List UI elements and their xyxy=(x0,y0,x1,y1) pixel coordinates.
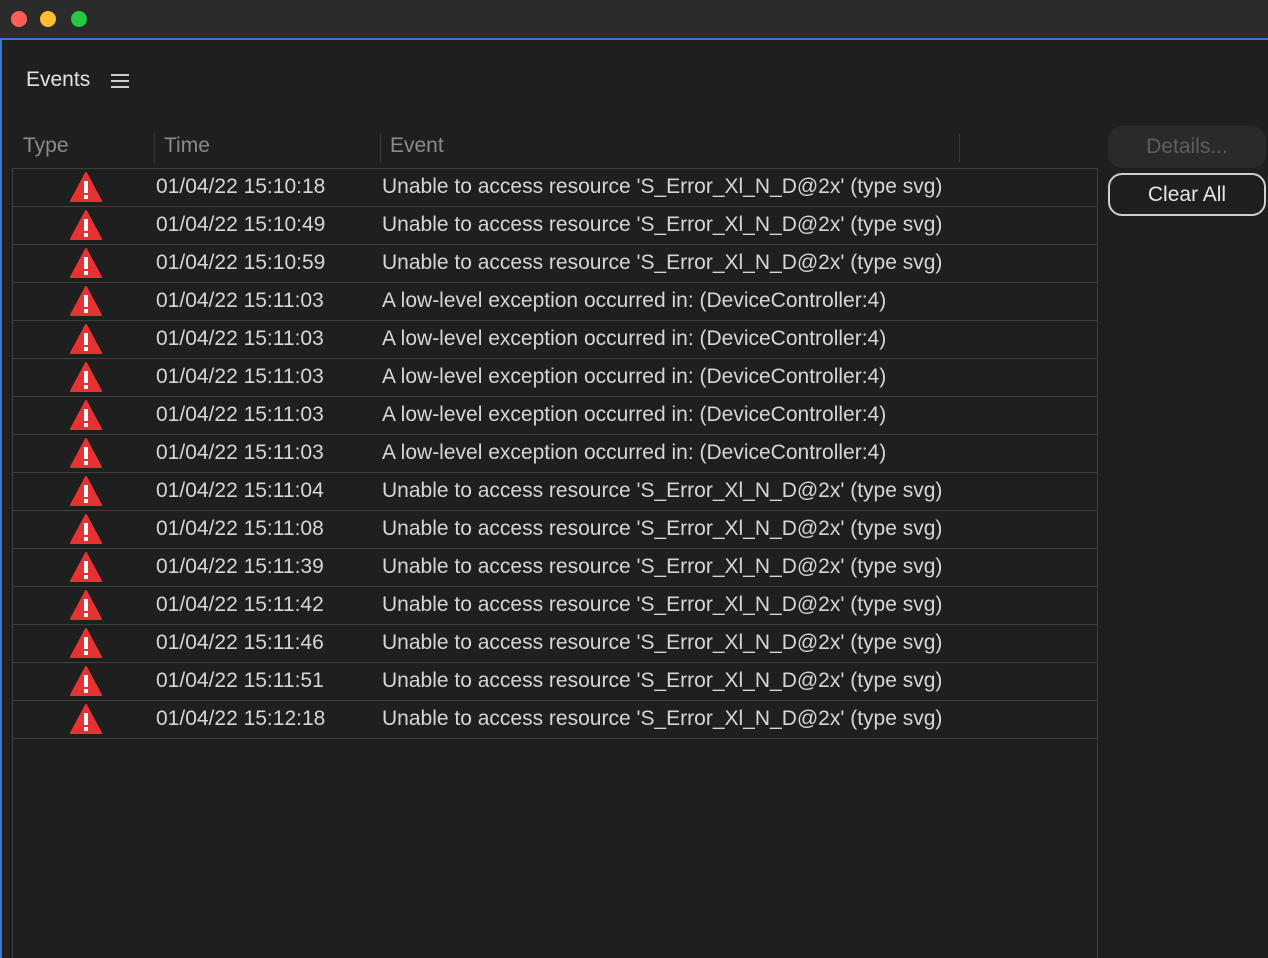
event-time: 01/04/22 15:10:49 xyxy=(156,213,326,236)
warning-icon xyxy=(70,704,102,734)
minimize-window-button[interactable] xyxy=(40,11,56,27)
event-time: 01/04/22 15:11:03 xyxy=(156,327,324,350)
event-time: 01/04/22 15:11:03 xyxy=(156,403,324,426)
event-message: Unable to access resource 'S_Error_Xl_N_… xyxy=(382,707,943,730)
event-message: A low-level exception occurred in: (Devi… xyxy=(382,441,887,464)
maximize-window-button[interactable] xyxy=(71,11,87,27)
warning-icon xyxy=(70,172,102,202)
table-row[interactable]: 01/04/22 15:11:46 Unable to access resour… xyxy=(13,625,1097,663)
event-message: A low-level exception occurred in: (Devi… xyxy=(382,289,887,312)
event-message: Unable to access resource 'S_Error_Xl_N_… xyxy=(382,213,943,236)
table-header: Type Time Event xyxy=(14,130,960,166)
table-row[interactable]: 01/04/22 15:11:08 Unable to access resour… xyxy=(13,511,1097,549)
warning-icon xyxy=(70,324,102,354)
table-row[interactable]: 01/04/22 15:10:59 Unable to access resour… xyxy=(13,245,1097,283)
events-table: 01/04/22 15:10:18 Unable to access resour… xyxy=(12,168,1098,958)
warning-icon xyxy=(70,286,102,316)
event-time: 01/04/22 15:12:18 xyxy=(156,707,326,730)
warning-icon xyxy=(70,552,102,582)
table-row[interactable]: 01/04/22 15:11:03 A low-level exception o… xyxy=(13,435,1097,473)
table-row[interactable]: 01/04/22 15:10:49 Unable to access resour… xyxy=(13,207,1097,245)
table-row[interactable]: 01/04/22 15:11:03 A low-level exception o… xyxy=(13,359,1097,397)
event-time: 01/04/22 15:10:59 xyxy=(156,251,326,274)
hamburger-menu-icon[interactable] xyxy=(111,74,129,88)
table-row[interactable]: 01/04/22 15:12:18 Unable to access resour… xyxy=(13,701,1097,739)
event-time: 01/04/22 15:11:39 xyxy=(156,555,324,578)
panel-title: Events xyxy=(26,68,91,91)
table-row[interactable]: 01/04/22 15:11:04 Unable to access resour… xyxy=(13,473,1097,511)
table-row[interactable]: 01/04/22 15:11:39 Unable to access resour… xyxy=(13,549,1097,587)
column-header-type[interactable]: Type xyxy=(23,134,69,158)
event-time: 01/04/22 15:11:42 xyxy=(156,593,324,616)
column-divider[interactable] xyxy=(380,134,381,162)
event-message: Unable to access resource 'S_Error_Xl_N_… xyxy=(382,517,943,540)
event-time: 01/04/22 15:11:03 xyxy=(156,289,324,312)
warning-icon xyxy=(70,628,102,658)
event-message: Unable to access resource 'S_Error_Xl_N_… xyxy=(382,669,943,692)
event-message: A low-level exception occurred in: (Devi… xyxy=(382,327,887,350)
warning-icon xyxy=(70,666,102,696)
warning-icon xyxy=(70,438,102,468)
event-message: Unable to access resource 'S_Error_Xl_N_… xyxy=(382,555,943,578)
warning-icon xyxy=(70,476,102,506)
warning-icon xyxy=(70,400,102,430)
table-row[interactable]: 01/04/22 15:11:42 Unable to access resour… xyxy=(13,587,1097,625)
event-message: A low-level exception occurred in: (Devi… xyxy=(382,365,887,388)
column-divider[interactable] xyxy=(959,134,960,162)
warning-icon xyxy=(70,210,102,240)
column-header-event[interactable]: Event xyxy=(390,134,444,158)
event-message: Unable to access resource 'S_Error_Xl_N_… xyxy=(382,631,943,654)
event-time: 01/04/22 15:10:18 xyxy=(156,175,326,198)
close-window-button[interactable] xyxy=(11,11,27,27)
event-message: Unable to access resource 'S_Error_Xl_N_… xyxy=(382,175,943,198)
event-time: 01/04/22 15:11:08 xyxy=(156,517,324,540)
event-time: 01/04/22 15:11:04 xyxy=(156,479,324,502)
warning-icon xyxy=(70,248,102,278)
column-header-time[interactable]: Time xyxy=(164,134,210,158)
table-row[interactable]: 01/04/22 15:11:03 A low-level exception o… xyxy=(13,397,1097,435)
event-message: Unable to access resource 'S_Error_Xl_N_… xyxy=(382,251,943,274)
event-message: A low-level exception occurred in: (Devi… xyxy=(382,403,887,426)
event-time: 01/04/22 15:11:51 xyxy=(156,669,324,692)
table-row[interactable]: 01/04/22 15:11:51 Unable to access resour… xyxy=(13,663,1097,701)
warning-icon xyxy=(70,590,102,620)
table-row[interactable]: 01/04/22 15:10:18 Unable to access resour… xyxy=(13,169,1097,207)
table-row[interactable]: 01/04/22 15:11:03 A low-level exception o… xyxy=(13,321,1097,359)
warning-icon xyxy=(70,514,102,544)
event-message: Unable to access resource 'S_Error_Xl_N_… xyxy=(382,479,943,502)
event-time: 01/04/22 15:11:46 xyxy=(156,631,324,654)
event-time: 01/04/22 15:11:03 xyxy=(156,441,324,464)
details-button[interactable]: Details... xyxy=(1108,126,1266,168)
clear-all-button[interactable]: Clear All xyxy=(1108,173,1266,216)
column-divider[interactable] xyxy=(154,134,155,162)
warning-icon xyxy=(70,362,102,392)
event-message: Unable to access resource 'S_Error_Xl_N_… xyxy=(382,593,943,616)
window-titlebar xyxy=(0,0,1268,40)
event-time: 01/04/22 15:11:03 xyxy=(156,365,324,388)
table-row[interactable]: 01/04/22 15:11:03 A low-level exception o… xyxy=(13,283,1097,321)
